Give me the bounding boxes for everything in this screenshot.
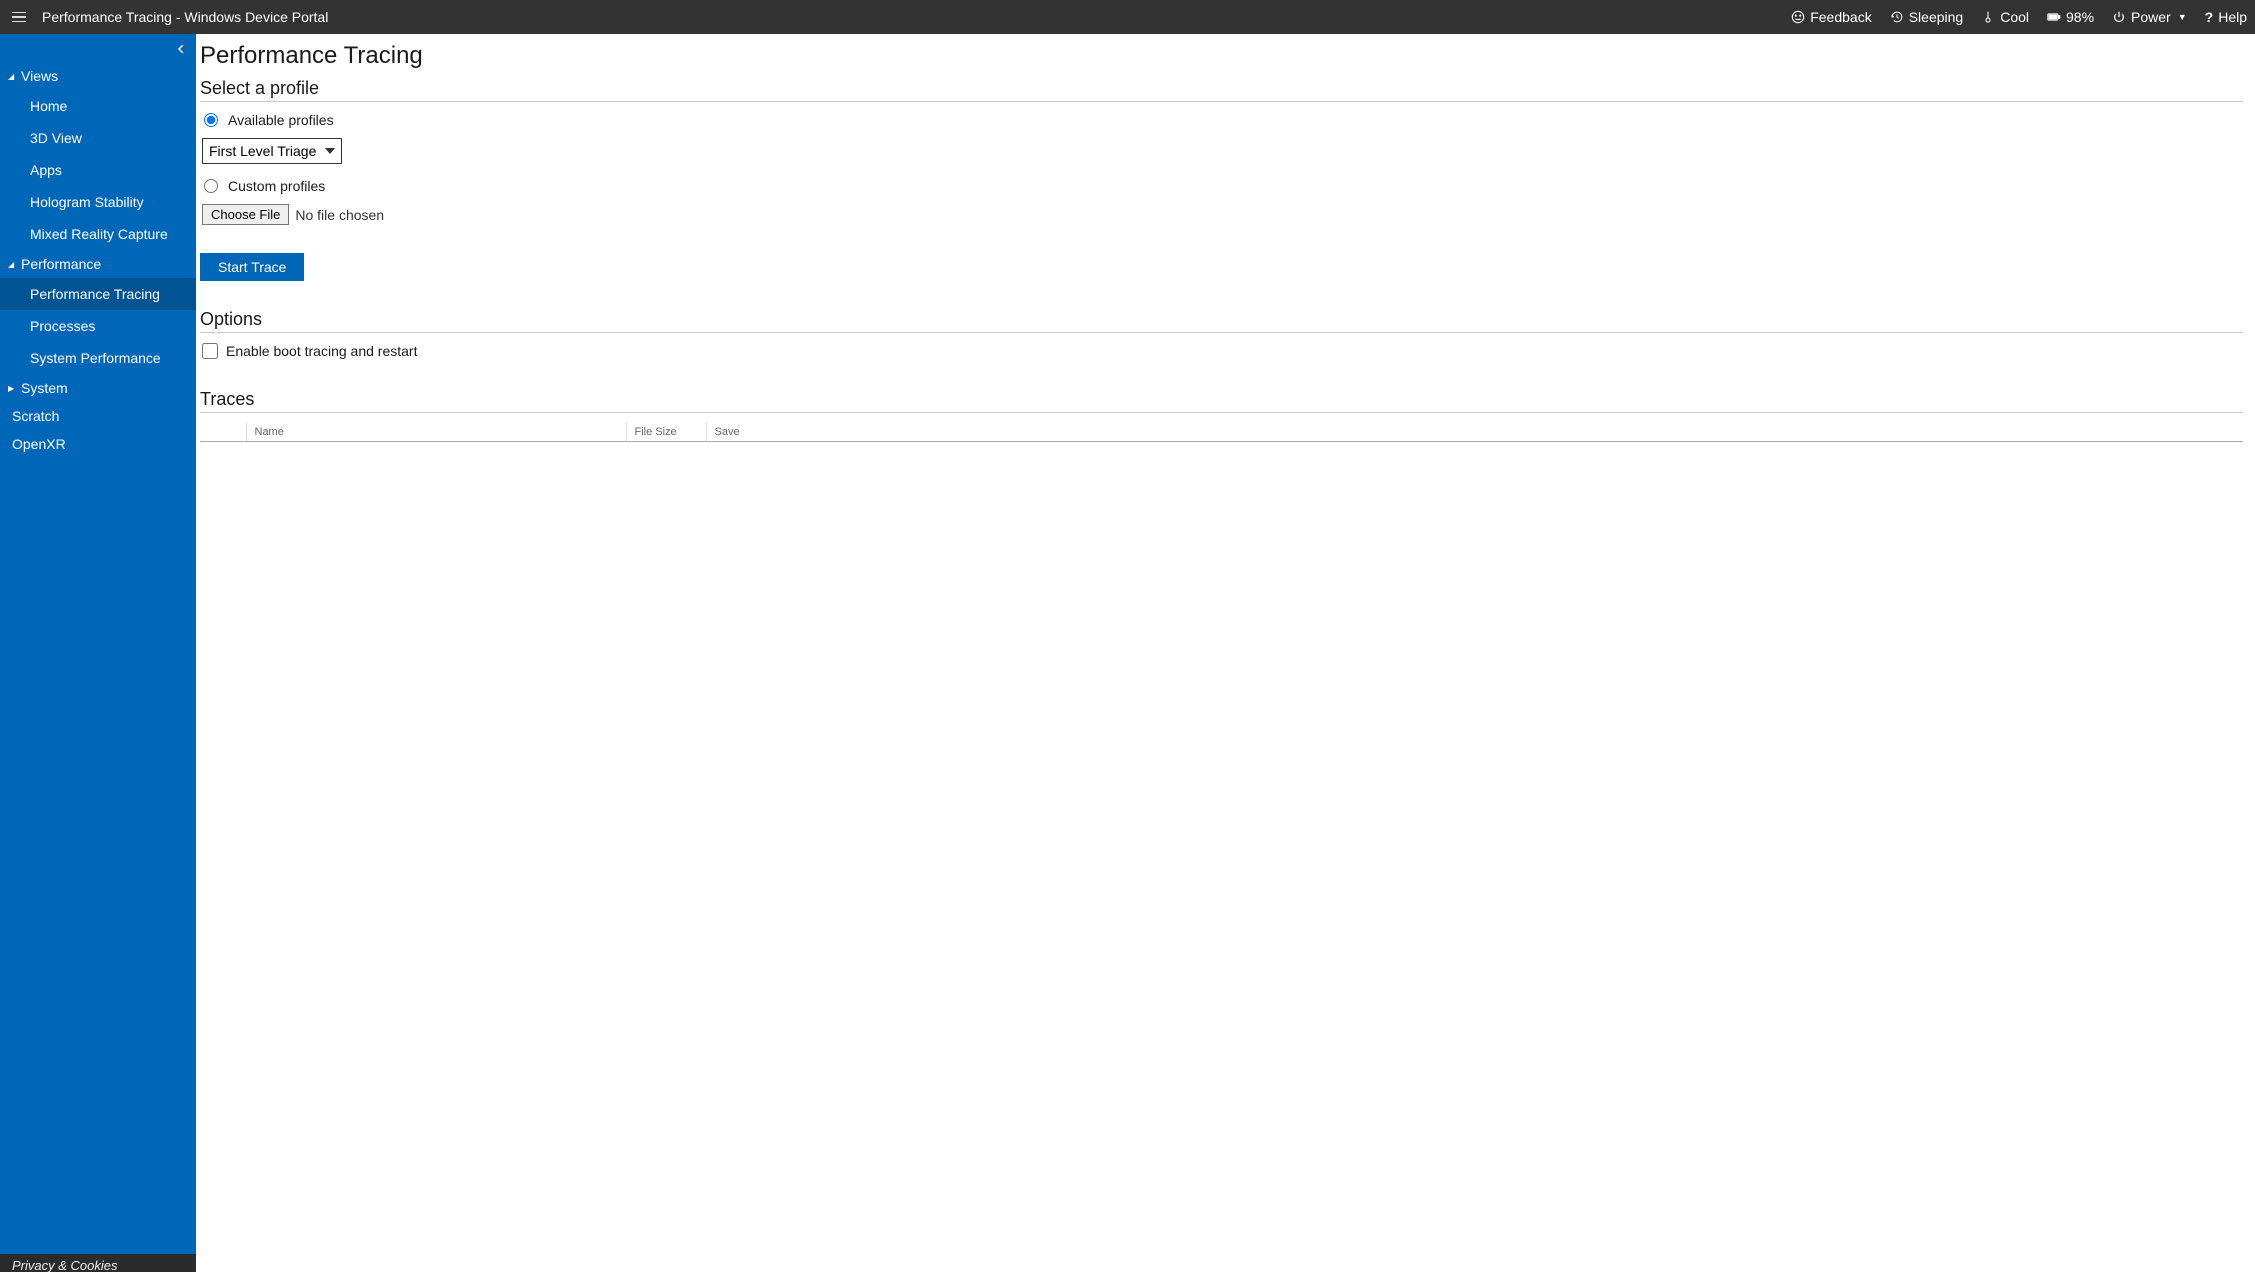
- battery-icon: [2047, 10, 2061, 24]
- radio-available-label: Available profiles: [228, 112, 334, 128]
- sidebar-nav: ◢ Views Home 3D View Apps Hologram Stabi…: [0, 34, 196, 1254]
- boot-tracing-checkbox-row[interactable]: Enable boot tracing and restart: [202, 343, 2243, 359]
- nav-item-processes[interactable]: Processes: [0, 310, 196, 342]
- page-title: Performance Tracing: [200, 42, 2243, 70]
- th-file-size[interactable]: File Size: [626, 423, 706, 442]
- nav-item-scratch[interactable]: Scratch: [0, 402, 196, 430]
- radio-custom-label: Custom profiles: [228, 178, 325, 194]
- nav-group-label: System: [21, 380, 68, 396]
- boot-tracing-checkbox[interactable]: [202, 343, 218, 359]
- section-select-profile: Select a profile: [200, 78, 2243, 102]
- radio-available-profiles[interactable]: Available profiles: [204, 112, 2243, 128]
- nav-group-views[interactable]: ◢ Views: [0, 62, 196, 90]
- privacy-cookies-link[interactable]: Privacy & Cookies: [0, 1254, 196, 1272]
- chevron-down-icon: ▼: [2178, 12, 2187, 22]
- file-chooser-row: Choose File No file chosen: [202, 204, 2243, 225]
- battery-status[interactable]: 98%: [2047, 9, 2094, 25]
- nav-item-performance-tracing[interactable]: Performance Tracing: [0, 278, 196, 310]
- feedback-label: Feedback: [1810, 9, 1871, 25]
- chevron-left-icon: [176, 44, 186, 54]
- feedback-button[interactable]: Feedback: [1791, 9, 1871, 25]
- hamburger-icon[interactable]: [8, 6, 30, 28]
- help-label: Help: [2218, 9, 2247, 25]
- battery-label: 98%: [2066, 9, 2094, 25]
- th-blank[interactable]: [200, 423, 246, 442]
- nav-item-mixed-reality-capture[interactable]: Mixed Reality Capture: [0, 218, 196, 250]
- nav-group-performance[interactable]: ◢ Performance: [0, 250, 196, 278]
- nav-item-apps[interactable]: Apps: [0, 154, 196, 186]
- traces-table: Name File Size Save: [200, 423, 2243, 442]
- section-traces: Traces: [200, 389, 2243, 413]
- triangle-down-icon: ◢: [8, 72, 18, 81]
- radio-custom-profiles[interactable]: Custom profiles: [204, 178, 2243, 194]
- nav-item-home[interactable]: Home: [0, 90, 196, 122]
- radio-available-input[interactable]: [204, 113, 218, 127]
- top-bar: Performance Tracing - Windows Device Por…: [0, 0, 2255, 34]
- thermal-status[interactable]: Cool: [1981, 9, 2029, 25]
- nav-group-label: Views: [21, 68, 58, 84]
- profile-select[interactable]: First Level Triage: [202, 138, 342, 164]
- thermometer-icon: [1981, 10, 1995, 24]
- nav-item-system-performance[interactable]: System Performance: [0, 342, 196, 374]
- power-menu[interactable]: Power ▼: [2112, 9, 2187, 25]
- triangle-down-icon: ◢: [8, 260, 18, 269]
- radio-custom-input[interactable]: [204, 179, 218, 193]
- power-label: Power: [2131, 9, 2171, 25]
- nav-item-hologram-stability[interactable]: Hologram Stability: [0, 186, 196, 218]
- sidebar: ◢ Views Home 3D View Apps Hologram Stabi…: [0, 34, 196, 1272]
- content-area: Performance Tracing Select a profile Ava…: [196, 34, 2255, 1272]
- help-button[interactable]: ? Help: [2205, 9, 2247, 25]
- nav-group-system[interactable]: ▶ System: [0, 374, 196, 402]
- smiley-icon: [1791, 10, 1805, 24]
- th-name[interactable]: Name: [246, 423, 626, 442]
- sleeping-label: Sleeping: [1909, 9, 1964, 25]
- choose-file-button[interactable]: Choose File: [202, 204, 289, 225]
- nav-item-3d-view[interactable]: 3D View: [0, 122, 196, 154]
- boot-tracing-label: Enable boot tracing and restart: [226, 343, 417, 359]
- section-options: Options: [200, 309, 2243, 333]
- triangle-right-icon: ▶: [8, 384, 18, 393]
- nav-item-openxr[interactable]: OpenXR: [0, 430, 196, 458]
- start-trace-button[interactable]: Start Trace: [200, 253, 304, 281]
- power-icon: [2112, 10, 2126, 24]
- th-save[interactable]: Save: [706, 423, 2243, 442]
- thermal-label: Cool: [2000, 9, 2029, 25]
- history-icon: [1890, 10, 1904, 24]
- window-title: Performance Tracing - Windows Device Por…: [42, 9, 328, 25]
- sidebar-collapse-button[interactable]: [172, 40, 190, 58]
- question-icon: ?: [2205, 9, 2214, 25]
- file-status-text: No file chosen: [295, 207, 384, 223]
- sleeping-status[interactable]: Sleeping: [1890, 9, 1964, 25]
- nav-group-label: Performance: [21, 256, 101, 272]
